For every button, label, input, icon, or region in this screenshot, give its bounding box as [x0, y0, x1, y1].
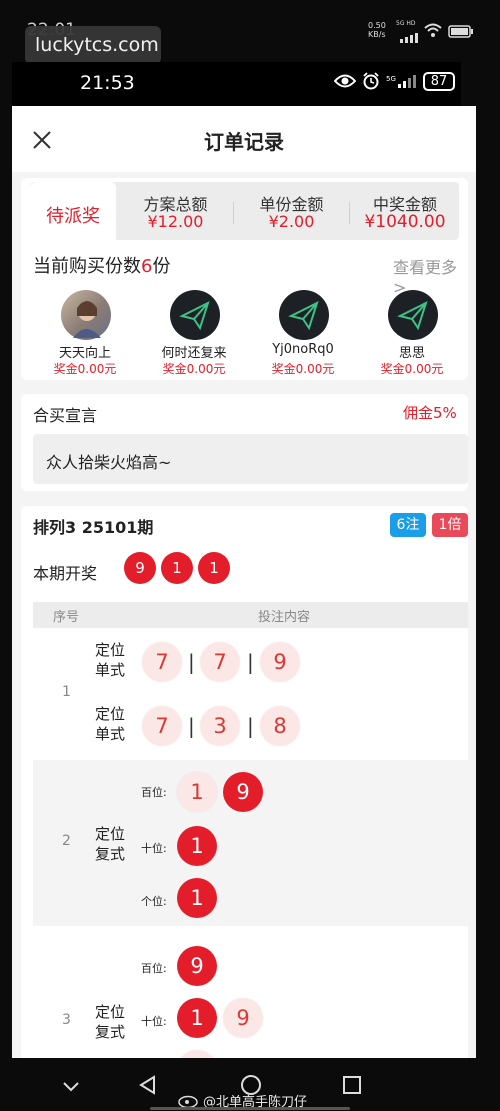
buyer-name: 天天向上 — [58, 346, 111, 361]
number-ball: 1 — [177, 772, 217, 812]
buyer-name: 思思 — [398, 346, 425, 361]
buyer-item[interactable]: 何时还复来 奖金0.00元 — [144, 288, 244, 378]
purchase-count-suffix: 份 — [152, 256, 171, 277]
recents-icon[interactable] — [342, 1075, 362, 1099]
wifi-icon — [424, 22, 442, 41]
eye-icon — [333, 73, 357, 93]
page-header: 订单记录 — [12, 106, 476, 172]
purchase-count-number: 6 — [141, 256, 153, 277]
separator: | — [247, 650, 254, 674]
row-index: 1 — [62, 684, 71, 700]
notes-badge: 6注 — [390, 513, 426, 537]
buyer-prize: 奖金0.00元 — [271, 362, 335, 376]
number-ball: 1 — [177, 998, 217, 1038]
inner-status-bar: 21:53 5G 87 — [12, 62, 461, 106]
purchase-count-title: 当前购买份数6份 — [33, 252, 170, 278]
site-watermark: luckytcs.com — [25, 26, 161, 64]
signal-5g-icon: 5G — [386, 73, 416, 93]
buyer-prize: 奖金0.00元 — [53, 362, 117, 376]
number-ball: 3 — [200, 706, 240, 746]
number-ball: 9 — [177, 946, 217, 986]
buyer-prize: 奖金0.00元 — [380, 362, 444, 376]
number-ball: 7 — [142, 642, 182, 682]
paper-plane-icon — [170, 290, 220, 340]
row-index: 3 — [62, 1012, 71, 1028]
separator: | — [247, 714, 254, 738]
position-label: 百位: — [141, 962, 167, 975]
unit-amount-value: ¥2.00 — [268, 212, 315, 231]
separator: | — [188, 714, 195, 738]
number-ball: 7 — [200, 642, 240, 682]
app-screen: 订单记录 待派奖 方案总额 ¥12.00 单份金额 ¥2.00 中奖金额 ¥10… — [12, 106, 476, 1058]
tab-plan-total[interactable]: 方案总额 ¥12.00 — [118, 188, 233, 236]
tab-unit-amount[interactable]: 单份金额 ¥2.00 — [234, 188, 349, 236]
number-ball: 1 — [177, 878, 217, 918]
buyer-prize: 奖金0.00元 — [162, 362, 226, 376]
position-label: 个位: — [141, 895, 167, 908]
tab-pending-prize[interactable]: 待派奖 — [30, 182, 116, 244]
number-ball: 8 — [260, 706, 300, 746]
draw-label: 本期开奖 — [33, 564, 98, 583]
table-row: 2 定位 复式 百位: 1 9 十位: 1 个位: 1 — [33, 760, 468, 926]
table-row: 1 定位 单式 7 | 7 | 9 定位 单式 7 | 3 | 8 — [33, 628, 468, 760]
separator: | — [188, 650, 195, 674]
win-amount-value: ¥1040.00 — [364, 212, 446, 232]
bet-detail-card: 排列3 25101期 6注 1倍 本期开奖 9 1 1 序号 投注内容 1 定位… — [21, 506, 468, 1058]
position-label: 十位: — [141, 842, 167, 855]
bet-type: 定位 复式 — [95, 825, 126, 863]
position-label: 十位: — [141, 1015, 167, 1028]
bet-type: 定位 单式 — [95, 705, 126, 743]
number-ball: 9 — [223, 772, 263, 812]
draw-ball: 9 — [124, 552, 156, 584]
system-nav-bar: @北单高手陈刀仔 — [0, 1058, 500, 1111]
number-ball: 7 — [142, 706, 182, 746]
buyer-item[interactable]: 思思 奖金0.00元 — [362, 288, 462, 378]
buyer-name: Yj0noRq0 — [272, 342, 334, 357]
col-index-header: 序号 — [53, 610, 80, 625]
multiple-badge: 1倍 — [432, 513, 468, 537]
page-title: 订单记录 — [204, 130, 284, 154]
chevron-down-icon[interactable] — [62, 1078, 80, 1097]
battery-level: 87 — [430, 74, 448, 89]
tab-pending-label: 待派奖 — [46, 206, 100, 227]
declaration-title: 合买宣言 — [33, 406, 98, 425]
paper-plane-icon — [279, 290, 329, 340]
buyer-item[interactable]: 天天向上 奖金0.00元 — [35, 288, 135, 378]
gesture-bar — [150, 1107, 350, 1110]
summary-card: 待派奖 方案总额 ¥12.00 单份金额 ¥2.00 中奖金额 ¥1040.00… — [21, 178, 468, 380]
network-speed: 0.50 KB/s — [368, 21, 386, 39]
number-ball: 9 — [260, 642, 300, 682]
back-icon[interactable] — [138, 1075, 158, 1099]
inner-status-time: 21:53 — [80, 72, 135, 94]
paper-plane-icon — [388, 290, 438, 340]
number-ball: 9 — [223, 998, 263, 1038]
signal-icon — [400, 28, 418, 47]
commission-label: 佣金5% — [403, 404, 457, 422]
avatar — [61, 290, 111, 340]
row-index: 2 — [62, 833, 71, 849]
bet-type: 定位 复式 — [95, 1003, 126, 1041]
battery-icon — [448, 23, 474, 42]
declaration-card: 合买宣言 佣金5% 众人拾柴火焰高~ — [21, 394, 468, 491]
declaration-text: 众人拾柴火焰高~ — [46, 453, 172, 472]
col-content-header: 投注内容 — [258, 610, 311, 625]
declaration-box: 众人拾柴火焰高~ — [33, 434, 468, 484]
number-ball-partial — [177, 1050, 217, 1058]
number-ball: 1 — [177, 826, 217, 866]
buyer-item[interactable]: Yj0noRq0 奖金0.00元 — [253, 288, 353, 378]
svg-text:5G: 5G — [386, 75, 396, 83]
table-row: 3 定位 复式 百位: 9 十位: 1 9 — [33, 926, 468, 1058]
draw-ball: 1 — [161, 552, 193, 584]
issue-title: 排列3 25101期 — [33, 518, 154, 537]
alarm-icon — [362, 72, 380, 94]
buyer-name: 何时还复来 — [161, 346, 227, 361]
draw-ball: 1 — [198, 552, 230, 584]
purchase-count-prefix: 当前购买份数 — [33, 256, 141, 277]
network-type: 5G HD — [396, 20, 416, 27]
plan-total-value: ¥12.00 — [147, 212, 204, 231]
bet-type: 定位 单式 — [95, 641, 126, 679]
tab-win-amount[interactable]: 中奖金额 ¥1040.00 — [350, 188, 460, 236]
position-label: 百位: — [141, 786, 167, 799]
table-header: 序号 投注内容 — [33, 602, 468, 628]
